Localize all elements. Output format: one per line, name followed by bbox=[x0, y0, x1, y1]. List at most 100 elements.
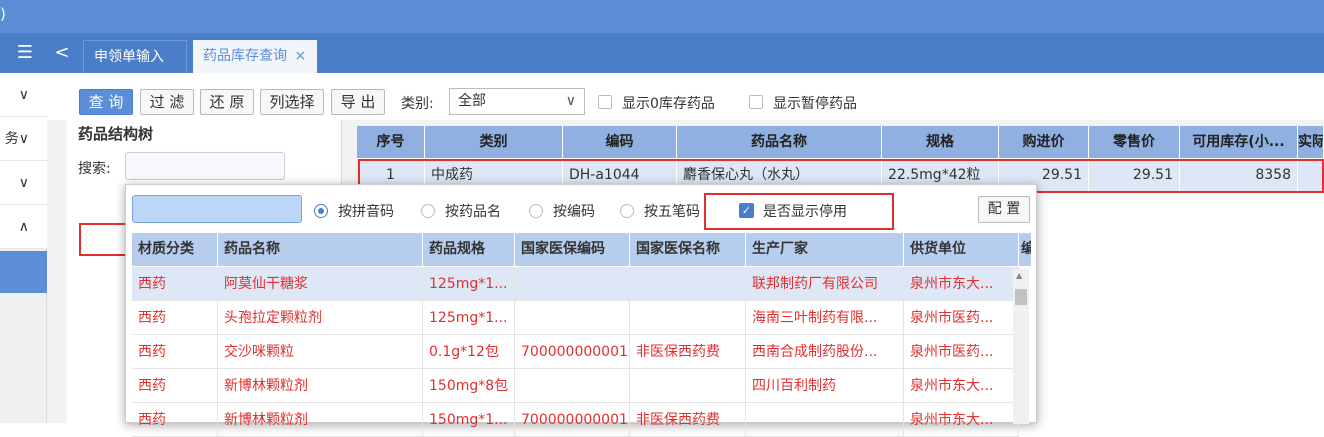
tab-bar: < 申领单输入 × 药品库存查询 × bbox=[47, 33, 1324, 98]
picker-cell[interactable]: 700000000001 bbox=[515, 403, 630, 437]
export-button[interactable]: 导 出 bbox=[331, 89, 385, 115]
grid-header[interactable]: 类别 bbox=[425, 126, 563, 158]
title-bar: ) bbox=[0, 0, 1324, 33]
tab-back-icon[interactable]: < bbox=[47, 33, 77, 73]
radio-code-label: 按编码 bbox=[553, 204, 595, 220]
picker-cell[interactable] bbox=[630, 301, 746, 335]
picker-cell[interactable]: 新博林颗粒剂 bbox=[218, 369, 423, 403]
picker-cell[interactable]: 泉州市医药... bbox=[904, 301, 1019, 335]
radio-wubi-label: 按五笔码 bbox=[644, 204, 700, 220]
picker-cell[interactable]: 非医保西药费 bbox=[630, 335, 746, 369]
scroll-up-icon[interactable]: ▲ bbox=[1016, 271, 1022, 280]
nav-item-2[interactable]: 务∨ bbox=[0, 117, 47, 161]
picker-cell[interactable] bbox=[746, 403, 904, 437]
show-suspended-checkbox[interactable] bbox=[749, 95, 763, 109]
picker-cell[interactable]: 125mg*1... bbox=[423, 267, 515, 301]
picker-cell[interactable] bbox=[515, 267, 630, 301]
picker-header[interactable]: 国家医保名称 bbox=[630, 233, 746, 266]
radio-wubi[interactable] bbox=[620, 204, 634, 218]
category-value: 全部 bbox=[458, 93, 486, 109]
picker-cell[interactable]: 联邦制药厂有限公司 bbox=[746, 267, 904, 301]
tree-title: 药品结构树 bbox=[78, 125, 154, 143]
category-label: 类别: bbox=[401, 96, 434, 112]
picker-cell[interactable]: 非医保西药费 bbox=[630, 403, 746, 437]
window-title: ) bbox=[0, 5, 6, 23]
tree-search-input[interactable] bbox=[125, 152, 285, 180]
drug-picker-popup: 按拼音码 按药品名 按编码 按五笔码 ✓ 是否显示停用 配 置 材质分类 药品名… bbox=[125, 184, 1037, 437]
tree-search-label: 搜索: bbox=[78, 161, 111, 177]
chevron-down-icon: ∨ bbox=[565, 93, 576, 109]
picker-cell[interactable]: 0.1g*12包 bbox=[423, 335, 515, 369]
tab-label: 药品库存查询 bbox=[203, 48, 287, 64]
picker-cell[interactable]: 阿莫仙干糖浆 bbox=[218, 267, 423, 301]
picker-header[interactable]: 供货单位 bbox=[904, 233, 1019, 266]
radio-drug-name-label: 按药品名 bbox=[445, 204, 501, 220]
nav-item-active[interactable] bbox=[0, 251, 47, 293]
nav-item-1[interactable]: ∨ bbox=[0, 73, 47, 117]
picker-cell[interactable] bbox=[515, 369, 630, 403]
picker-cell[interactable]: 泉州市东大... bbox=[904, 369, 1019, 403]
radio-code[interactable] bbox=[529, 204, 543, 218]
picker-cell[interactable]: 西药 bbox=[132, 335, 218, 369]
picker-cell[interactable]: 125mg*1... bbox=[423, 301, 515, 335]
picker-cell[interactable]: 海南三叶制药有限... bbox=[746, 301, 904, 335]
category-select[interactable]: 全部 ∨ bbox=[449, 88, 585, 115]
picker-search-input[interactable] bbox=[132, 195, 302, 223]
picker-cell[interactable]: 交沙咪颗粒 bbox=[218, 335, 423, 369]
picker-cell[interactable]: 西南合成制药股份... bbox=[746, 335, 904, 369]
picker-cell[interactable]: 西药 bbox=[132, 267, 218, 301]
nav-item-3[interactable]: ∨ bbox=[0, 161, 47, 205]
left-nav: ☰ ∨ 务∨ ∨ ∧ bbox=[0, 33, 47, 423]
config-button[interactable]: 配 置 bbox=[978, 196, 1030, 223]
tab-drug-stock-query[interactable]: 药品库存查询 × bbox=[193, 40, 317, 73]
picker-cell[interactable]: 头孢拉定颗粒剂 bbox=[218, 301, 423, 335]
filter-button[interactable]: 过 滤 bbox=[140, 89, 194, 115]
picker-cell[interactable]: 西药 bbox=[132, 369, 218, 403]
show-zero-stock-checkbox[interactable] bbox=[598, 95, 612, 109]
tab-requisition-input[interactable]: 申领单输入 × bbox=[83, 40, 187, 98]
grid-header[interactable]: 规格 bbox=[882, 126, 999, 158]
picker-cell[interactable]: 西药 bbox=[132, 403, 218, 437]
show-disabled-checkbox[interactable]: ✓ bbox=[739, 203, 754, 218]
show-zero-stock-label: 显示0库存药品 bbox=[622, 96, 715, 112]
menu-icon[interactable]: ☰ bbox=[0, 33, 47, 73]
close-icon[interactable]: × bbox=[294, 48, 306, 64]
picker-header[interactable]: 编 bbox=[1019, 233, 1032, 266]
picker-cell[interactable]: 泉州市东大... bbox=[904, 403, 1019, 437]
grid-header[interactable]: 序号 bbox=[357, 126, 425, 158]
grid-header[interactable]: 编码 bbox=[563, 126, 677, 158]
query-button[interactable]: 查 询 bbox=[79, 89, 133, 115]
show-disabled-label: 是否显示停用 bbox=[763, 204, 847, 220]
show-suspended-label: 显示暂停药品 bbox=[773, 96, 857, 112]
radio-pinyin-label: 按拼音码 bbox=[338, 204, 394, 220]
picker-cell[interactable] bbox=[515, 301, 630, 335]
picker-cell[interactable] bbox=[630, 267, 746, 301]
picker-cell[interactable]: 150mg*1... bbox=[423, 403, 515, 437]
picker-cell[interactable]: 西药 bbox=[132, 301, 218, 335]
restore-button[interactable]: 还 原 bbox=[200, 89, 254, 115]
picker-cell[interactable]: 新博林颗粒剂 bbox=[218, 403, 423, 437]
column-select-button[interactable]: 列选择 bbox=[260, 89, 324, 115]
grid-header[interactable]: 零售价 bbox=[1089, 126, 1180, 158]
picker-header[interactable]: 药品规格 bbox=[423, 233, 515, 266]
grid-header[interactable]: 药品名称 bbox=[677, 126, 882, 158]
picker-cell[interactable]: 150mg*8包 bbox=[423, 369, 515, 403]
grid-header[interactable]: 实际 bbox=[1298, 126, 1324, 158]
grid-header[interactable]: 购进价 bbox=[999, 126, 1089, 158]
nav-item-4[interactable]: ∧ bbox=[0, 205, 47, 249]
picker-cell[interactable] bbox=[630, 369, 746, 403]
grid-header[interactable]: 可用库存(小... bbox=[1180, 126, 1298, 158]
picker-cell[interactable]: 泉州市医药... bbox=[904, 335, 1019, 369]
picker-header[interactable]: 材质分类 bbox=[132, 233, 218, 266]
picker-cell[interactable]: 泉州市东大... bbox=[904, 267, 1019, 301]
picker-scrollbar[interactable]: ▲ bbox=[1013, 269, 1029, 424]
radio-drug-name[interactable] bbox=[421, 204, 435, 218]
picker-cell[interactable]: 700000000001 bbox=[515, 335, 630, 369]
tab-label: 申领单输入 bbox=[94, 49, 164, 65]
radio-pinyin[interactable] bbox=[314, 204, 328, 218]
picker-cell[interactable]: 四川百利制药 bbox=[746, 369, 904, 403]
picker-header[interactable]: 国家医保编码 bbox=[515, 233, 630, 266]
picker-header[interactable]: 药品名称 bbox=[218, 233, 423, 266]
scrollbar-thumb[interactable] bbox=[1015, 289, 1027, 305]
picker-header[interactable]: 生产厂家 bbox=[746, 233, 904, 266]
